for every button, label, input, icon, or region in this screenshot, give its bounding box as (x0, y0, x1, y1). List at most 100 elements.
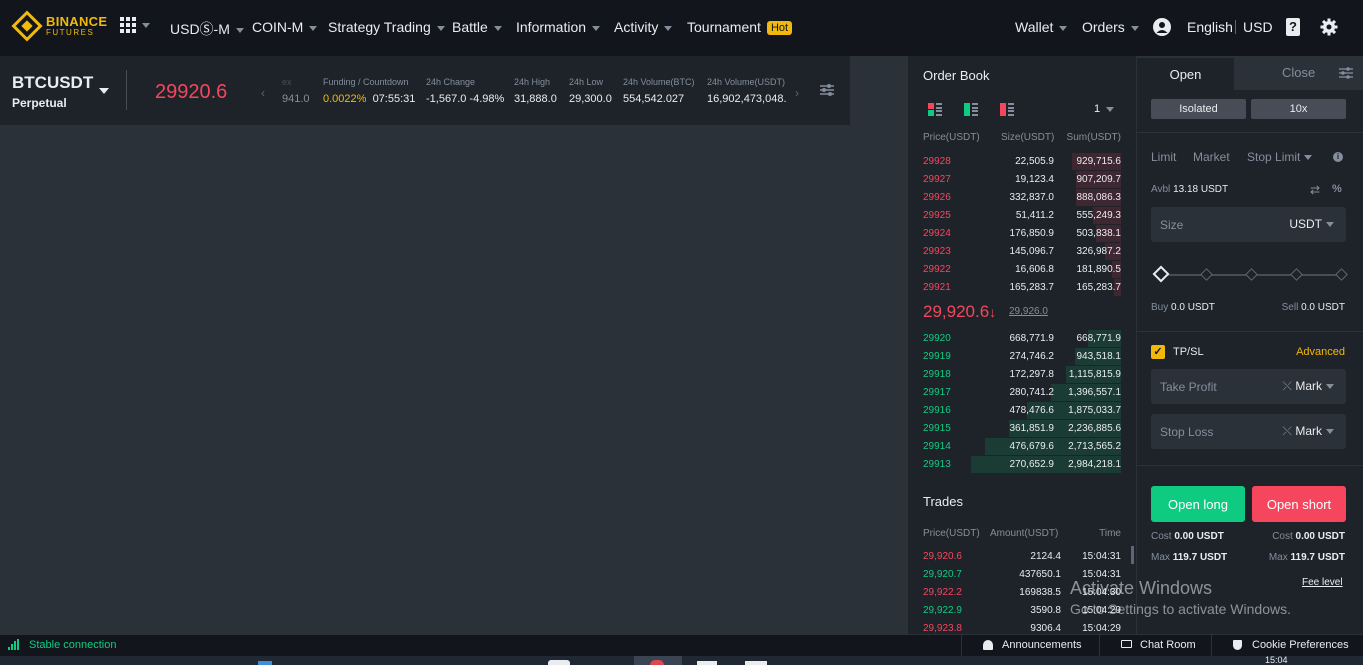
orders-menu[interactable]: Orders (1082, 19, 1139, 35)
panel-settings-icon[interactable] (1339, 67, 1353, 79)
taskbar-app-icon[interactable] (258, 661, 272, 665)
scroll-left-icon[interactable]: ‹ (261, 86, 265, 100)
binance-futures-logo[interactable]: BINANCE FUTURES (11, 10, 107, 42)
slider-step[interactable] (1245, 268, 1258, 281)
calculator-icon[interactable]: % (1332, 183, 1342, 195)
bid-price: 29917 (923, 387, 951, 398)
stop-loss-trigger[interactable]: ⤬ Mark (1282, 424, 1334, 439)
bid-row[interactable]: 29919 274,746.2 943,518.1 (908, 347, 1136, 365)
chevron-down-icon (493, 25, 502, 31)
taskbar-app-icon[interactable] (697, 661, 717, 665)
slider-step[interactable] (1290, 268, 1303, 281)
size-unit-selector[interactable]: USDT (1289, 217, 1334, 231)
orderbook-both-icon[interactable] (928, 103, 942, 116)
open-short-button[interactable]: Open short (1252, 486, 1346, 522)
announcements-link[interactable]: Announcements (1002, 639, 1082, 651)
slider-step[interactable] (1200, 268, 1213, 281)
order-type-limit[interactable]: Limit (1151, 150, 1176, 164)
ask-row[interactable]: 29925 51,411.2 555,249.3 (908, 206, 1136, 224)
order-book: Order Book 1 Price(USDT) Size(USDT) Sum(… (908, 56, 1136, 483)
bid-row[interactable]: 29914 476,679.6 2,713,565.2 (908, 437, 1136, 455)
top-navigation: BINANCE FUTURES USDⓈ-M COIN-M Strategy T… (0, 0, 1363, 56)
ask-row[interactable]: 29921 165,283.7 165,283.7 (908, 278, 1136, 296)
wallet-menu[interactable]: Wallet (1015, 19, 1068, 35)
nav-information[interactable]: Information (516, 19, 601, 35)
currency-selector[interactable]: USD (1243, 19, 1273, 35)
nav-battle[interactable]: Battle (452, 19, 502, 35)
cookie-preferences-link[interactable]: Cookie Preferences (1252, 639, 1349, 651)
bid-row[interactable]: 29913 270,652.9 2,984,218.1 (908, 455, 1136, 473)
buy-amount: Buy 0.0 USDT (1151, 302, 1215, 313)
trades-header-amount: Amount(USDT) (990, 528, 1059, 539)
trade-price: 29,922.9 (923, 605, 962, 616)
ask-row[interactable]: 29924 176,850.9 503,838.1 (908, 224, 1136, 242)
leverage-button[interactable]: 10x (1251, 99, 1346, 119)
gear-icon[interactable] (1320, 18, 1338, 36)
scroll-right-icon[interactable]: › (795, 86, 799, 100)
chevron-down-icon (1130, 25, 1139, 31)
tab-open[interactable]: Open (1137, 56, 1234, 90)
order-type-market[interactable]: Market (1193, 150, 1230, 164)
taskbar-app-icon[interactable] (548, 660, 570, 665)
take-profit-trigger[interactable]: ⤬ Mark (1282, 379, 1334, 394)
open-long-button[interactable]: Open long (1151, 486, 1245, 522)
trade-row: 29,920.6 2124.4 15:04:31 (908, 548, 1136, 566)
bell-icon (983, 640, 993, 650)
orderbook-asks-icon[interactable] (1000, 103, 1014, 116)
nav-tournament[interactable]: Tournament Hot (687, 19, 793, 35)
ask-row[interactable]: 29922 16,606.8 181,890.5 (908, 260, 1136, 278)
symbol-dropdown-icon[interactable] (99, 88, 109, 94)
nav-usdm[interactable]: USDⓈ-M (170, 19, 244, 39)
chat-room-link[interactable]: Chat Room (1140, 639, 1196, 651)
ask-row[interactable]: 29928 22,505.9 929,715.6 (908, 152, 1136, 170)
ask-row[interactable]: 29926 332,837.0 888,086.3 (908, 188, 1136, 206)
precision-selector[interactable]: 1 (1094, 103, 1115, 115)
language-selector[interactable]: English (1187, 19, 1233, 35)
fee-level-link[interactable]: Fee level (1302, 577, 1343, 588)
mark-price[interactable]: 29,926.0 (1009, 306, 1048, 317)
ask-price: 29925 (923, 210, 951, 221)
bid-sum: 2,713,565.2 (1068, 441, 1121, 452)
symbol-name[interactable]: BTCUSDT (12, 73, 93, 93)
advanced-link[interactable]: Advanced (1296, 346, 1345, 358)
status-bar: Stable connection Announcements Chat Roo… (0, 634, 1363, 657)
bid-row[interactable]: 29918 172,297.8 1,115,815.9 (908, 365, 1136, 383)
size-input[interactable]: Size USDT (1151, 207, 1346, 242)
margin-mode-button[interactable]: Isolated (1151, 99, 1246, 119)
orderbook-bids-icon[interactable] (964, 103, 978, 116)
slider-handle[interactable] (1152, 265, 1170, 283)
chevron-down-icon (1326, 384, 1334, 390)
bid-sum: 943,518.1 (1076, 351, 1122, 362)
mid-price[interactable]: 29,920.6↓ (923, 302, 996, 322)
nav-coinm[interactable]: COIN-M (252, 19, 318, 35)
ask-size: 22,505.9 (1015, 156, 1054, 167)
stop-loss-input[interactable]: Stop Loss ⤬ Mark (1151, 414, 1346, 449)
trades-scrollbar[interactable] (1131, 546, 1134, 564)
bid-row[interactable]: 29916 478,476.6 1,875,033.7 (908, 401, 1136, 419)
user-icon[interactable] (1153, 18, 1171, 36)
chevron-down-icon (436, 25, 445, 31)
nav-strategy-trading[interactable]: Strategy Trading (328, 19, 445, 35)
tpsl-checkbox[interactable]: ✓ (1151, 345, 1165, 359)
ask-row[interactable]: 29927 19,123.4 907,209.7 (908, 170, 1136, 188)
percent-icon: ⤬ (1282, 424, 1292, 438)
slider-step[interactable] (1335, 268, 1348, 281)
taskbar-app-icon[interactable] (745, 661, 767, 665)
ask-price: 29928 (923, 156, 951, 167)
transfer-icon[interactable]: ⇄ (1310, 183, 1320, 197)
apps-menu[interactable] (120, 17, 150, 33)
bid-size: 270,652.9 (1009, 459, 1055, 470)
info-icon[interactable]: i (1333, 152, 1343, 162)
help-icon[interactable]: ? (1286, 18, 1300, 36)
nav-activity[interactable]: Activity (614, 19, 673, 35)
take-profit-input[interactable]: Take Profit ⤬ Mark (1151, 369, 1346, 404)
bid-row[interactable]: 29920 668,771.9 668,771.9 (908, 329, 1136, 347)
order-type-stop-limit[interactable]: Stop Limit (1247, 150, 1313, 164)
chart-area[interactable] (0, 125, 908, 634)
bid-row[interactable]: 29915 361,851.9 2,236,885.6 (908, 419, 1136, 437)
ask-row[interactable]: 29923 145,096.7 326,987.2 (908, 242, 1136, 260)
bid-row[interactable]: 29917 280,741.2 1,396,557.1 (908, 383, 1136, 401)
ask-sum: 888,086.3 (1076, 192, 1122, 203)
bid-size: 172,297.8 (1009, 369, 1055, 380)
settings-sliders-icon[interactable] (819, 83, 835, 97)
